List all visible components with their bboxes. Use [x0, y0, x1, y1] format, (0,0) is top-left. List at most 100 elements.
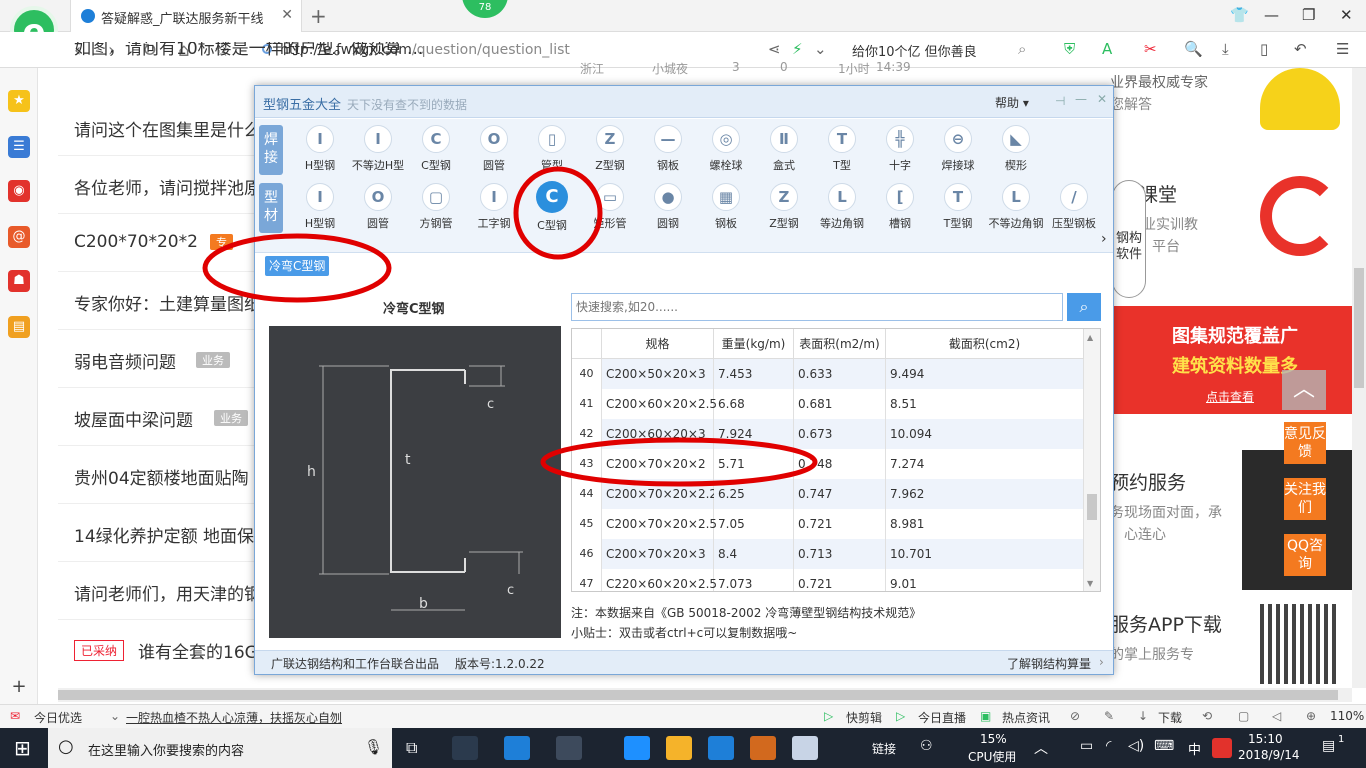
cell-idx[interactable]: 41	[572, 389, 602, 419]
cell-area-section[interactable]: 10.701	[886, 539, 1084, 569]
weld-tool-3[interactable]: O 圆管	[465, 121, 523, 177]
learn-more-link[interactable]: 了解钢结构算量	[1007, 655, 1091, 672]
weld-tool-4[interactable]: ▯ 管型	[523, 121, 581, 177]
table-row[interactable]: 43 C200×70×20×2 5.71 0.748 7.274	[572, 449, 1084, 479]
status-today-pick[interactable]: 今日优选	[34, 709, 82, 726]
cell-area-section[interactable]: 9.01	[886, 569, 1084, 591]
game-icon[interactable]: ☗	[8, 270, 30, 292]
speed-icon[interactable]: ⊘	[1070, 709, 1080, 723]
taskbar-link[interactable]: 链接	[872, 740, 896, 757]
pdf-app-icon[interactable]	[750, 736, 776, 760]
wifi-icon[interactable]: ◜	[1106, 738, 1111, 754]
window-icon[interactable]: ▢	[1238, 709, 1249, 723]
cell-area-surface[interactable]: 0.633	[794, 359, 886, 389]
profile-tool-10[interactable]: [槽钢	[871, 179, 929, 235]
chevron-up-icon[interactable]: ︿	[1034, 738, 1048, 758]
qq-consult-button[interactable]: QQ咨询	[1284, 534, 1326, 576]
cell-weight[interactable]: 7.453	[714, 359, 794, 389]
chevron-right-icon[interactable]: ›	[1099, 655, 1104, 669]
volume-icon[interactable]: ◁)	[1128, 738, 1144, 754]
cell-area-section[interactable]: 9.494	[886, 359, 1084, 389]
people-icon[interactable]: ⚇	[920, 738, 933, 754]
glodon-app-icon[interactable]	[708, 736, 734, 760]
cell-idx[interactable]: 44	[572, 479, 602, 509]
cell-area-section[interactable]: 8.981	[886, 509, 1084, 539]
weld-tool-0[interactable]: I H型钢	[291, 121, 349, 177]
status-live[interactable]: 今日直播	[918, 709, 966, 726]
microphone-icon[interactable]: 🎙	[364, 738, 383, 756]
profile-tool-9[interactable]: L 等边角钢	[813, 179, 871, 235]
taskbar-search[interactable]: ○ 在这里输入你要搜索的内容 🎙	[48, 728, 392, 768]
page-scrollbar[interactable]	[1352, 68, 1366, 688]
cell-area-surface[interactable]: 0.681	[794, 389, 886, 419]
minimize-window-icon[interactable]: —	[1264, 6, 1279, 24]
cell-weight[interactable]: 5.71	[714, 449, 794, 479]
profile-tool-7[interactable]: ▦ 钢板	[697, 179, 755, 235]
search-button[interactable]: ⌕	[1067, 293, 1101, 321]
network-icon[interactable]: ▭	[1080, 738, 1093, 754]
cell-weight[interactable]: 7.05	[714, 509, 794, 539]
clock-date[interactable]: 2018/9/14	[1238, 748, 1300, 762]
table-row[interactable]: 40 C200×50×20×3 7.453 0.633 9.494	[572, 359, 1084, 389]
profile-tool-2[interactable]: ▢ 方钢管	[407, 179, 465, 235]
cell-idx[interactable]: 42	[572, 419, 602, 449]
speaker-icon[interactable]: ◁	[1272, 709, 1281, 723]
skin-icon[interactable]: 👕	[1230, 6, 1249, 24]
zoom-level[interactable]: 110%	[1330, 709, 1364, 723]
cell-spec[interactable]: C200×50×20×3	[602, 359, 714, 389]
col-header-section[interactable]: 截面积(cm2)	[886, 329, 1084, 359]
weld-tool-9[interactable]: T T型	[813, 121, 871, 177]
pin-icon[interactable]: ✎	[1104, 709, 1114, 723]
cell-weight[interactable]: 8.4	[714, 539, 794, 569]
profile-tool-5[interactable]: ▭ 矩形管	[581, 179, 639, 235]
notes-app-icon[interactable]	[666, 736, 692, 760]
table-row[interactable]: 45 C200×70×20×2.5 7.05 0.721 8.981	[572, 509, 1084, 539]
weld-tool-12[interactable]: ◣ 楔形	[987, 121, 1045, 177]
cell-idx[interactable]: 40	[572, 359, 602, 389]
zoom-icon[interactable]: ⊕	[1306, 709, 1316, 723]
note-icon[interactable]: ▤	[8, 316, 30, 338]
close-window-icon[interactable]: ✕	[1340, 6, 1353, 24]
pin-icon[interactable]: ⊣	[1055, 94, 1065, 108]
app-blue-icon[interactable]	[624, 736, 650, 760]
cell-area-surface[interactable]: 0.713	[794, 539, 886, 569]
back-to-top-button[interactable]: ︿	[1282, 370, 1326, 410]
reading-list-icon[interactable]: ☰	[8, 136, 30, 158]
status-quick-clip[interactable]: 快剪辑	[846, 709, 882, 726]
table-row[interactable]: 41 C200×60×20×2.5 6.68 0.681 8.51	[572, 389, 1084, 419]
weld-tool-6[interactable]: — 钢板	[639, 121, 697, 177]
close-tab-icon[interactable]: ✕	[281, 7, 293, 23]
windows-start-icon[interactable]: ⊞	[14, 736, 31, 760]
profile-tool-4[interactable]: C C型钢	[523, 179, 581, 235]
follow-us-button[interactable]: 关注我们	[1284, 478, 1326, 520]
cell-idx[interactable]: 47	[572, 569, 602, 591]
col-header-weight[interactable]: 重量(kg/m)	[714, 329, 794, 359]
gift-icon[interactable]: ✉	[10, 709, 20, 723]
cell-spec[interactable]: C200×60×20×3	[602, 419, 714, 449]
close-dialog-icon[interactable]: ✕	[1097, 92, 1107, 106]
notification-badge[interactable]: 78	[462, 0, 508, 18]
chevron-down-icon[interactable]: ⌄	[110, 709, 120, 723]
cell-area-section[interactable]: 7.962	[886, 479, 1084, 509]
chevron-right-icon[interactable]: ›	[1101, 231, 1107, 247]
favorites-star-icon[interactable]: ★	[8, 90, 30, 112]
ime-indicator[interactable]: 中	[1188, 739, 1201, 758]
breadcrumb[interactable]: 冷弯C型钢	[265, 256, 330, 276]
cell-spec[interactable]: C200×60×20×2.5	[602, 389, 717, 419]
zoom-search-icon[interactable]: 🔍	[1184, 40, 1203, 58]
menu-icon[interactable]: ☰	[1336, 40, 1349, 58]
cell-area-surface[interactable]: 0.673	[794, 419, 886, 449]
sogou-ime-icon[interactable]	[1212, 738, 1232, 758]
profile-tool-11[interactable]: T T型钢	[929, 179, 987, 235]
browser-tab[interactable]: 答疑解惑_广联达服务新干线 ✕	[70, 0, 302, 32]
profile-tool-0[interactable]: I H型钢	[291, 179, 349, 235]
fan-app-icon[interactable]	[452, 736, 478, 760]
cell-spec[interactable]: C200×70×20×2	[602, 449, 714, 479]
table-scrollbar[interactable]: ▲ ▼	[1084, 329, 1100, 591]
profile-tool-8[interactable]: Z Z型钢	[755, 179, 813, 235]
table-row[interactable]: 42 C200×60×20×3 7.924 0.673 10.094	[572, 419, 1084, 449]
task-view-icon[interactable]: ⧉	[406, 738, 417, 758]
translate-icon[interactable]: A	[1102, 40, 1112, 58]
tablet-icon[interactable]: ▯	[1260, 40, 1268, 58]
cell-spec[interactable]: C200×70×20×2.2	[602, 479, 717, 509]
